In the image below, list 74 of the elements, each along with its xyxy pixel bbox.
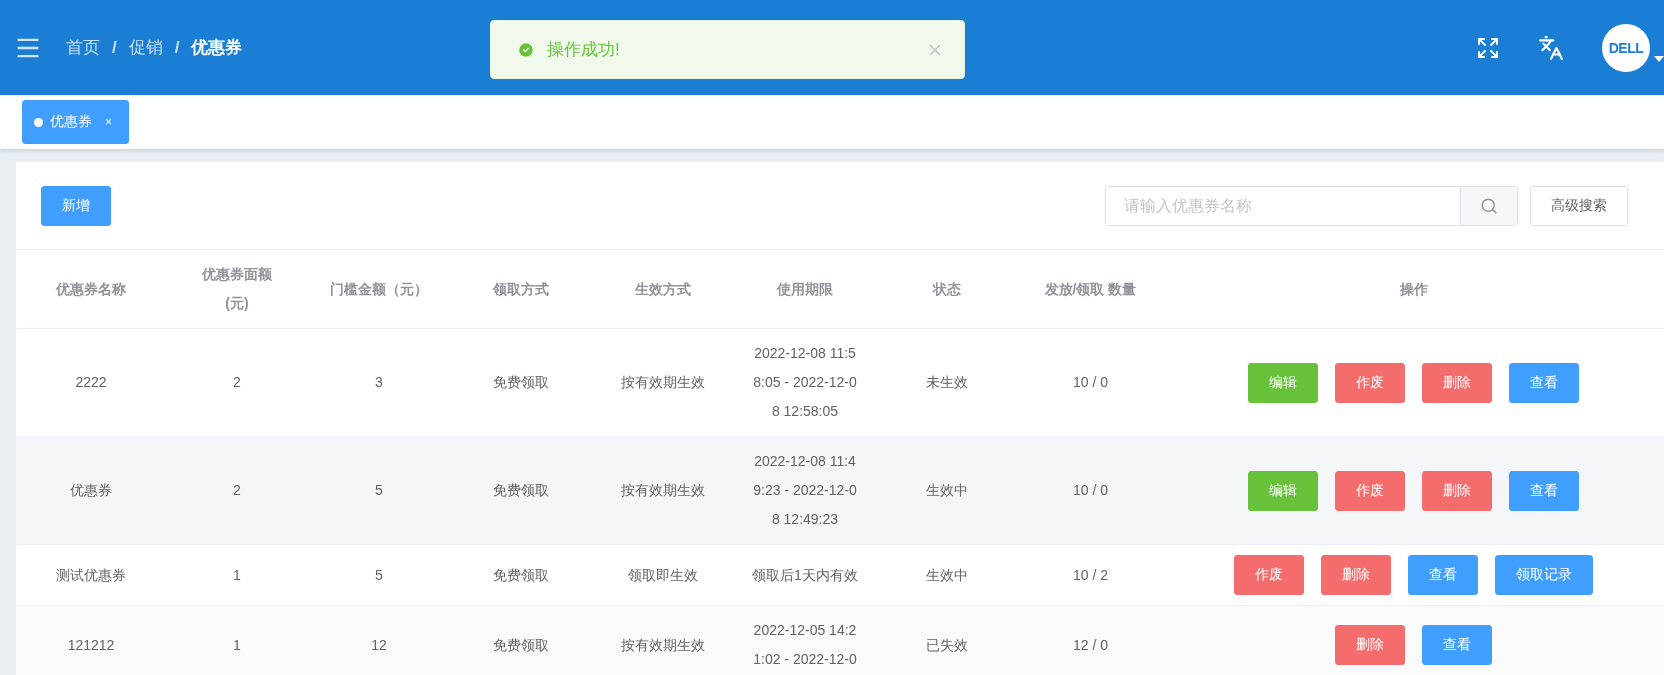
table-cell-text: 2	[233, 481, 241, 500]
breadcrumb-separator: /	[112, 37, 117, 58]
table-cell-text: 按有效期生效	[621, 481, 705, 500]
column-header: 使用期限	[777, 279, 833, 299]
table-cell-text: 1	[233, 565, 241, 585]
column-header: 优惠券面额(元)	[201, 265, 273, 313]
action-button[interactable]: 作废	[1335, 362, 1405, 403]
table-cell-text: 10 / 0	[1073, 481, 1108, 500]
table-cell-text: 121212	[67, 635, 115, 655]
table-cell-text: 1	[233, 635, 241, 655]
table-cell-text: 按有效期生效	[621, 635, 705, 655]
table-cell-text: 免费领取	[493, 373, 549, 392]
action-button[interactable]: 删除	[1321, 555, 1391, 595]
breadcrumb-item[interactable]: 促销	[128, 36, 163, 59]
dot-icon	[34, 117, 43, 127]
table-cell-text: 10 / 2	[1073, 565, 1108, 585]
breadcrumb-item[interactable]: 首页	[66, 36, 100, 59]
table-cell-text: 生效中	[926, 565, 968, 585]
action-button[interactable]: 查看	[1408, 555, 1478, 595]
action-button[interactable]: 作废	[1335, 470, 1405, 511]
action-button[interactable]: 删除	[1422, 362, 1492, 403]
check-icon	[517, 40, 535, 59]
toast-message: 操作成功!	[547, 39, 621, 61]
search-field[interactable]: 请输入优惠券名称	[1105, 185, 1518, 226]
table-cell-text: 免费领取	[493, 481, 549, 500]
avatar-logo[interactable]: DELL	[1602, 23, 1650, 72]
table-cell-text: 按有效期生效	[621, 373, 705, 392]
action-button[interactable]: 删除	[1335, 625, 1405, 665]
action-button[interactable]: 领取记录	[1495, 555, 1593, 595]
column-header: 状态	[933, 279, 961, 299]
action-button[interactable]: 查看	[1422, 625, 1492, 665]
table-cell-text: 生效中	[926, 481, 968, 500]
table-cell-text: 2022-12-08 11:58:05 - 2022-12-08 12:58:05	[752, 344, 858, 421]
table-cell-text: 2022-12-08 11:49:23 - 2022-12-08 12:49:23	[752, 452, 858, 529]
page-tab[interactable]: 优惠券 ×	[22, 100, 129, 144]
caret-icon[interactable]	[1654, 55, 1664, 62]
column-header: 优惠券名称	[56, 279, 126, 299]
table-cell-text: 2	[233, 373, 241, 392]
table-cell-text: 2222	[75, 373, 107, 392]
table-cell-text: 12 / 0	[1073, 635, 1108, 655]
table-cell-text: 测试优惠券	[56, 565, 126, 585]
table-cell-text: 2022-12-05 14:21:02 - 2022-12-0	[752, 621, 858, 669]
action-button[interactable]: 编辑	[1248, 470, 1318, 511]
translate-icon[interactable]	[1538, 34, 1564, 61]
breadcrumb-item: 优惠券	[191, 37, 243, 59]
advanced-search-button[interactable]: 高级搜索	[1530, 185, 1628, 226]
action-button[interactable]: 查看	[1509, 470, 1579, 511]
table-cell-text: 领取即生效	[628, 565, 698, 585]
table-cell-text: 已失效	[926, 635, 968, 655]
fullscreen-icon[interactable]	[1476, 35, 1500, 60]
tab-label: 优惠券	[50, 113, 92, 131]
table-cell-text: 12	[371, 635, 387, 655]
table-cell-text: 10 / 0	[1073, 373, 1108, 392]
column-header: 操作	[1399, 279, 1428, 299]
close-icon[interactable]: ×	[105, 115, 112, 129]
column-header: 发放/领取 数量	[1044, 279, 1137, 299]
column-header: 领取方式	[493, 279, 549, 299]
column-header: 生效方式	[635, 279, 691, 299]
action-button[interactable]: 作废	[1234, 555, 1304, 595]
action-button[interactable]: 删除	[1422, 470, 1492, 511]
table-cell-text: 未生效	[926, 373, 968, 392]
table-cell-text: 免费领取	[493, 565, 549, 585]
action-button[interactable]: 编辑	[1248, 362, 1318, 403]
table-cell-text: 优惠券	[70, 481, 112, 500]
table-cell-text: 免费领取	[493, 635, 549, 655]
table-cell-text: 5	[375, 481, 383, 500]
table-cell-text: 领取后1天内有效	[752, 565, 858, 585]
breadcrumb-separator: /	[174, 37, 180, 58]
action-button[interactable]: 查看	[1509, 362, 1579, 403]
column-header: 门槛金额（元）	[330, 279, 428, 299]
table-cell-text: 5	[375, 565, 383, 585]
table-cell-text: 3	[375, 373, 383, 392]
search-icon	[1480, 196, 1498, 215]
add-button[interactable]: 新增	[41, 185, 111, 226]
